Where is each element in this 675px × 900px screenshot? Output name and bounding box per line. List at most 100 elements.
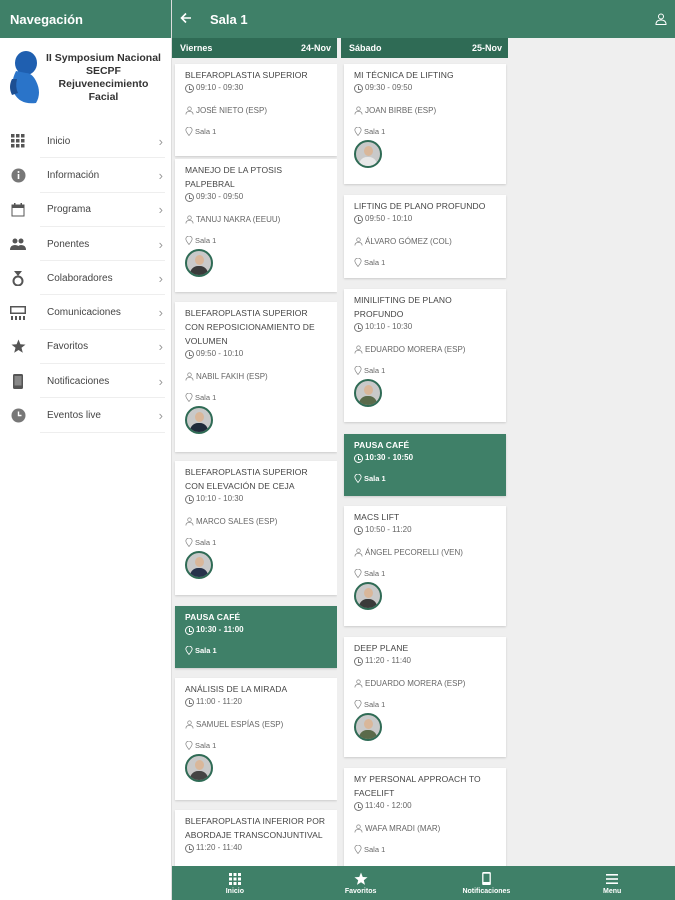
bottom-nav-label: Menu [602, 887, 622, 895]
location-pin-icon [354, 258, 362, 267]
bottom-nav-inicio[interactable]: Inicio [172, 866, 298, 900]
session-room: Sala 1 [364, 845, 386, 854]
phone-icon [10, 373, 26, 389]
person-icon [354, 824, 363, 833]
session-card[interactable]: LIFTING DE PLANO PROFUNDO 09:50 - 10:10 … [344, 195, 506, 278]
session-title: MACS LIFT [354, 512, 400, 522]
nav-item-notificaciones[interactable]: Notificaciones › [0, 364, 171, 399]
bottom-nav-favoritos[interactable]: Favoritos [298, 866, 424, 900]
break-card[interactable]: PAUSA CAFÉ 10:30 - 10:50 Sala 1 [344, 434, 506, 496]
day-date: 25-Nov [471, 43, 502, 53]
day-name: Sábado [349, 43, 382, 53]
nav-label: Información [47, 169, 100, 181]
star-icon [10, 339, 26, 355]
clock-icon [354, 656, 363, 666]
logo-line-4: Facial [88, 91, 119, 103]
location-pin-icon [354, 845, 362, 854]
nav-item-eventos-live[interactable]: Eventos live › [0, 398, 171, 433]
logo-figure-icon [6, 49, 44, 107]
session-time: 09:50 - 10:10 [196, 349, 244, 358]
grid-icon [228, 872, 242, 886]
session-room: Sala 1 [195, 538, 217, 547]
clock-icon [185, 83, 194, 93]
session-room: Sala 1 [364, 258, 386, 267]
session-time: 09:10 - 09:30 [196, 83, 244, 92]
location-pin-icon [354, 700, 362, 709]
speaker-avatar[interactable] [354, 140, 382, 168]
session-card[interactable]: BLEFAROPLASTIA SUPERIOR 09:10 - 09:30 JO… [175, 64, 337, 156]
day-column-sabado: Sábado 25-Nov MI TÉCNICA DE LIFTING 09:3… [341, 38, 508, 866]
clock-icon [185, 494, 194, 504]
speaker-avatar[interactable] [354, 582, 382, 610]
clock-icon [185, 349, 194, 359]
nav-item-programa[interactable]: Programa › [0, 193, 171, 228]
break-card[interactable]: PAUSA CAFÉ 10:30 - 11:00 Sala 1 [175, 606, 337, 668]
nav-label: Inicio [47, 135, 71, 147]
person-icon [185, 720, 194, 729]
chevron-right-icon: › [158, 373, 163, 389]
session-card[interactable]: BLEFAROPLASTIA SUPERIOR CON REPOSICIONAM… [175, 302, 337, 452]
nav-label: Programa [47, 204, 91, 216]
nav-item-colaboradores[interactable]: Colaboradores › [0, 261, 171, 296]
nav-label: Colaboradores [47, 272, 113, 284]
person-icon [354, 237, 363, 246]
day-header: Viernes 24-Nov [172, 38, 337, 58]
nav-item-comunicaciones[interactable]: Comunicaciones › [0, 295, 171, 331]
back-arrow-icon[interactable] [180, 11, 194, 27]
session-card[interactable]: MACS LIFT 10:50 - 11:20 ÁNGEL PECORELLI … [344, 506, 506, 626]
session-speaker: MARCO SALES (ESP) [196, 517, 278, 526]
user-icon[interactable] [655, 12, 669, 26]
nav-item-informacion[interactable]: Información › [0, 158, 171, 193]
bottom-nav-notificaciones[interactable]: Notificaciones [424, 866, 550, 900]
clock-icon [354, 322, 363, 332]
session-speaker: NABIL FAKIH (ESP) [196, 372, 268, 381]
bottom-nav: Inicio Favoritos Notificaciones Menu [172, 866, 675, 900]
chevron-right-icon: › [158, 270, 163, 286]
nav-item-inicio[interactable]: Inicio › [0, 124, 171, 159]
session-card[interactable]: MY PERSONAL APPROACH TO FACELIFT 11:40 -… [344, 768, 506, 866]
speaker-avatar[interactable] [185, 249, 213, 277]
clock-icon [185, 843, 194, 853]
session-room: Sala 1 [364, 700, 386, 709]
calendar-icon [10, 202, 26, 218]
session-speaker: ÁLVARO GÓMEZ (COL) [365, 237, 452, 246]
location-pin-icon [354, 366, 362, 375]
session-room: Sala 1 [364, 474, 386, 483]
nav-item-ponentes[interactable]: Ponentes › [0, 227, 171, 262]
location-pin-icon [185, 127, 193, 136]
speaker-avatar[interactable] [354, 379, 382, 407]
session-title: MINILIFTING DE PLANO PROFUNDO [354, 295, 452, 319]
speaker-avatar[interactable] [185, 406, 213, 434]
session-card[interactable]: ANÁLISIS DE LA MIRADA 11:00 - 11:20 SAMU… [175, 678, 337, 800]
session-title: MI TÉCNICA DE LIFTING [354, 70, 454, 80]
session-title: BLEFAROPLASTIA SUPERIOR [185, 70, 308, 80]
session-card[interactable]: BLEFAROPLASTIA SUPERIOR CON ELEVACIÓN DE… [175, 461, 337, 595]
location-pin-icon [354, 569, 362, 578]
chevron-right-icon: › [158, 305, 163, 321]
location-pin-icon [185, 393, 193, 402]
bottom-nav-menu[interactable]: Menu [549, 866, 675, 900]
session-time: 09:50 - 10:10 [365, 214, 413, 223]
session-card[interactable]: MANEJO DE LA PTOSIS PALPEBRAL 09:30 - 09… [175, 159, 337, 292]
session-card[interactable]: BLEFAROPLASTIA INFERIOR POR ABORDAJE TRA… [175, 810, 337, 866]
phone-icon [479, 872, 493, 886]
session-speaker: EDUARDO MORERA (ESP) [365, 345, 466, 354]
nav-list: Inicio › Información › Programa › Ponent… [0, 124, 171, 433]
session-card[interactable]: DEEP PLANE 11:20 - 11:40 EDUARDO MORERA … [344, 637, 506, 757]
nav-label: Eventos live [47, 410, 101, 422]
session-room: Sala 1 [195, 236, 217, 245]
session-time: 11:20 - 11:40 [365, 656, 411, 665]
speaker-avatar[interactable] [185, 551, 213, 579]
nav-item-favoritos[interactable]: Favoritos › [0, 330, 171, 365]
location-pin-icon [185, 646, 193, 655]
speaker-avatar[interactable] [185, 754, 213, 782]
session-card[interactable]: MI TÉCNICA DE LIFTING 09:30 - 09:50 JOAN… [344, 64, 506, 184]
session-card[interactable]: MINILIFTING DE PLANO PROFUNDO 10:10 - 10… [344, 289, 506, 422]
logo-line-1: II Symposium Nacional [46, 52, 161, 64]
location-pin-icon [185, 236, 193, 245]
app-bar: Sala 1 [172, 0, 675, 38]
person-icon [185, 372, 194, 381]
info-icon [10, 167, 26, 183]
session-time: 10:10 - 10:30 [365, 322, 413, 331]
speaker-avatar[interactable] [354, 713, 382, 741]
